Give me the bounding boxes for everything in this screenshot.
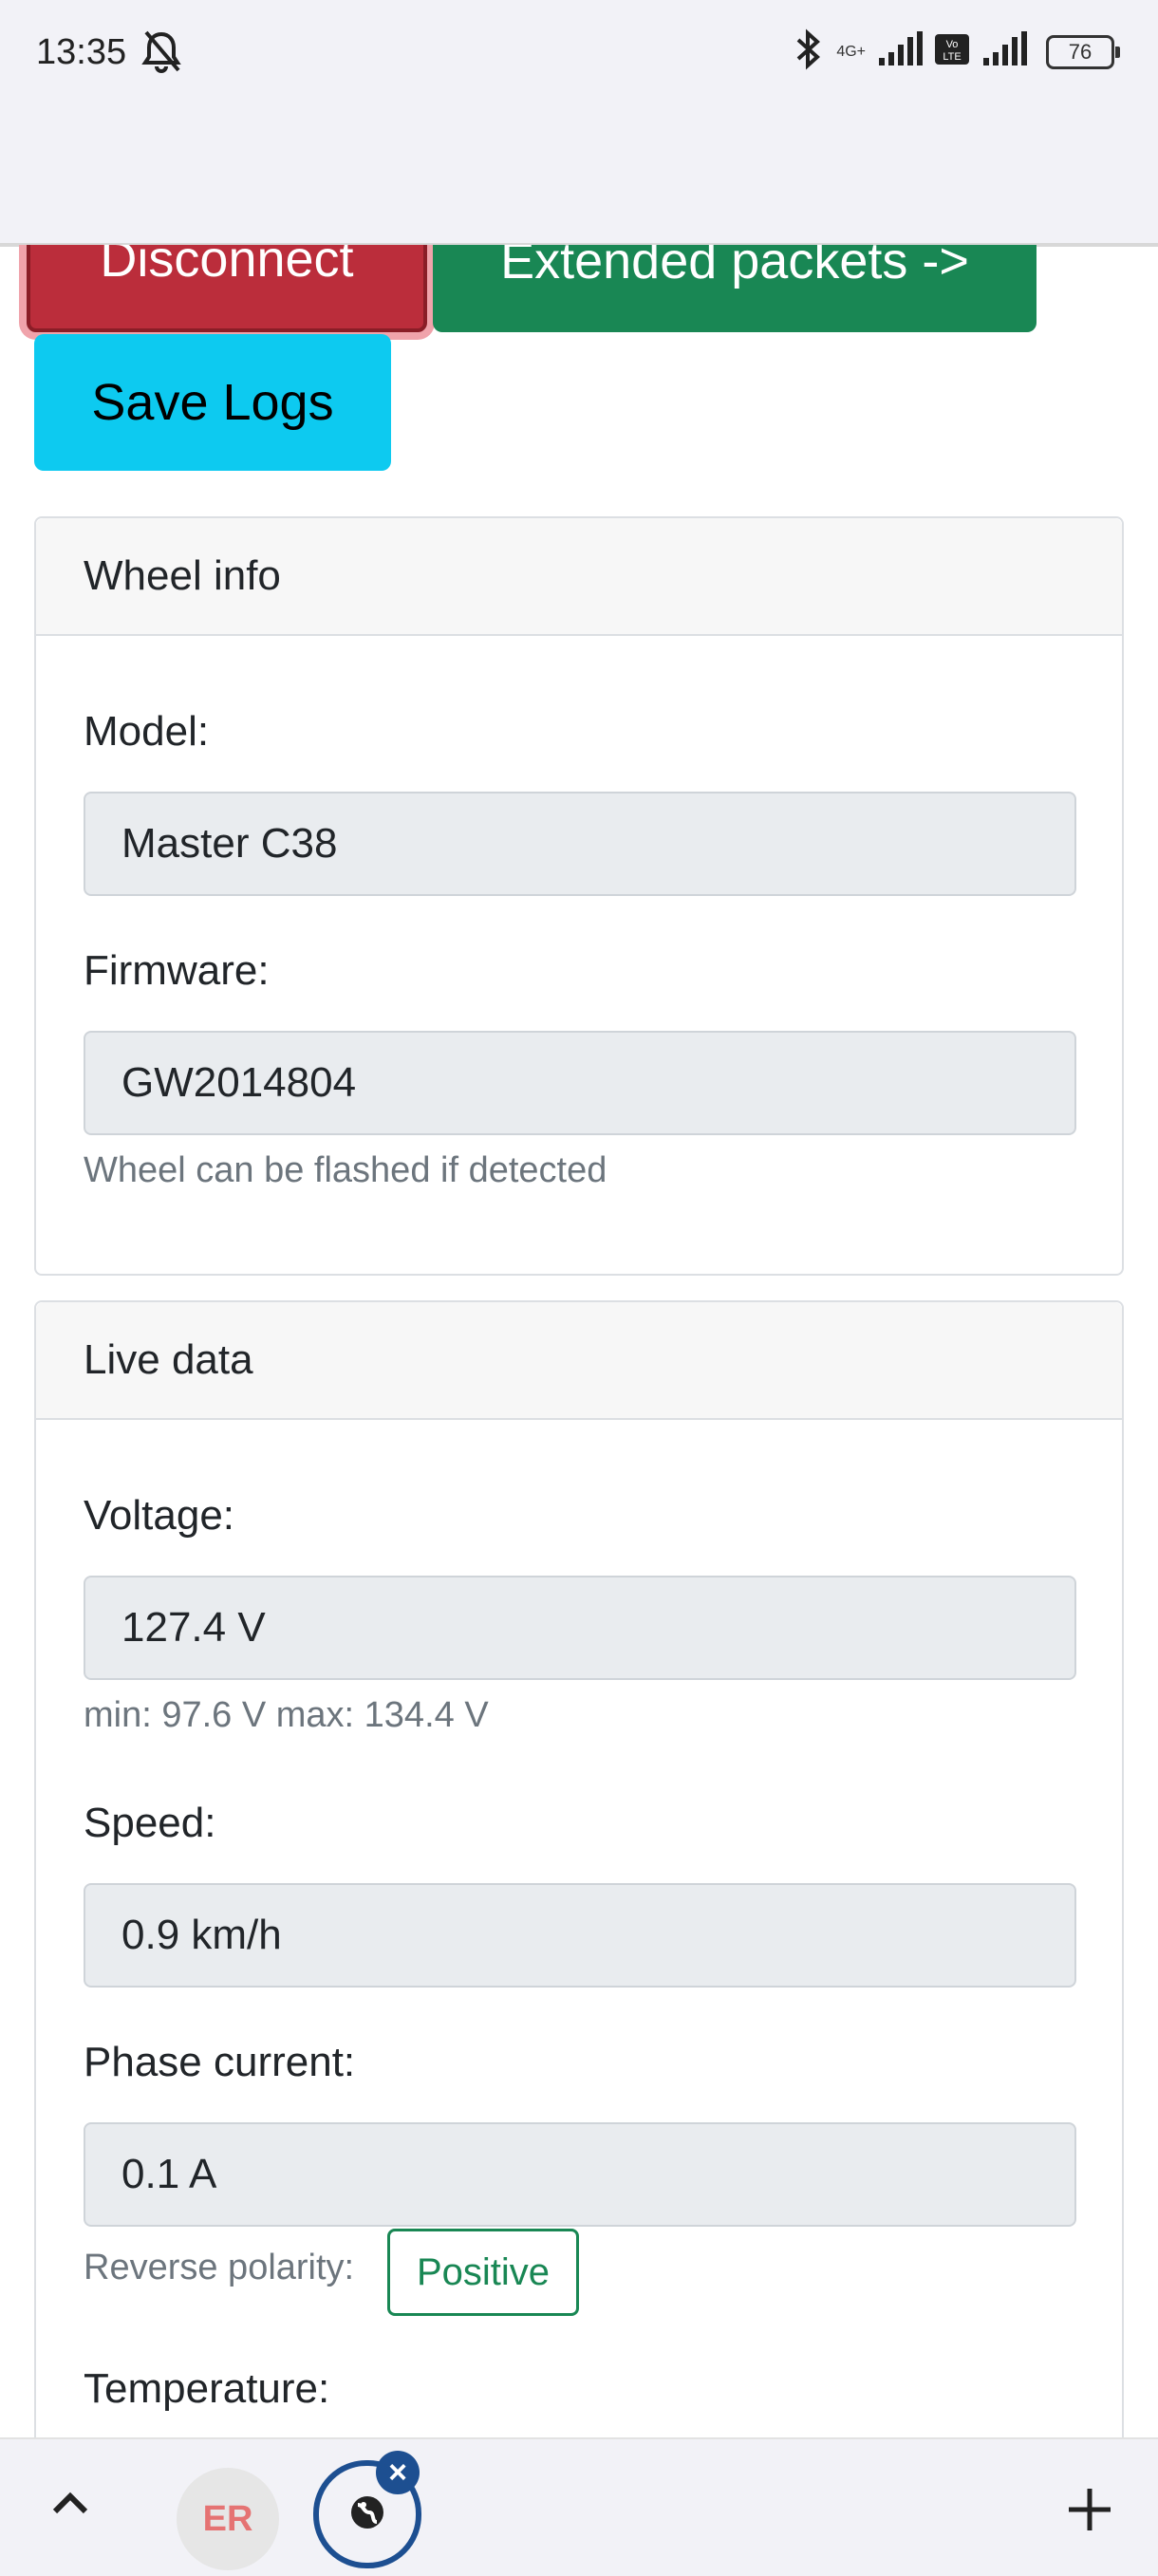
model-field: Master C38 xyxy=(84,792,1076,896)
svg-text:LTE: LTE xyxy=(943,51,961,63)
phase-current-label: Phase current: xyxy=(84,2039,356,2085)
address-bar[interactable]: freestyl3r.github.io/euc- xyxy=(139,108,735,220)
reverse-polarity-toggle[interactable]: Positive xyxy=(387,2229,579,2316)
phase-current-field: 0.1 A xyxy=(84,2122,1076,2227)
lock-icon xyxy=(177,144,209,189)
model-label: Model: xyxy=(84,708,210,755)
new-tab-icon[interactable] xyxy=(803,139,854,195)
url-text: freestyl3r.github.io/euc- xyxy=(239,142,691,192)
add-tab-icon[interactable] xyxy=(1067,2487,1112,2537)
chevron-up-icon[interactable] xyxy=(51,2489,89,2520)
globe-icon xyxy=(348,2493,386,2536)
tab-switcher-button[interactable]: 4 xyxy=(940,139,993,192)
firmware-field: GW2014804 xyxy=(84,1031,1076,1135)
close-tab-icon[interactable]: × xyxy=(376,2451,420,2494)
save-logs-button[interactable]: Save Logs xyxy=(34,334,391,471)
tab-er[interactable]: ER xyxy=(177,2468,279,2570)
voltage-range: min: 97.6 V max: 134.4 V xyxy=(84,1695,489,1735)
bell-muted-icon xyxy=(140,28,182,79)
disconnect-button[interactable]: Disconnect xyxy=(27,215,427,332)
speed-label: Speed: xyxy=(84,1800,216,1846)
voltage-field: 127.4 V xyxy=(84,1576,1076,1680)
firmware-note: Wheel can be flashed if detected xyxy=(84,1150,607,1190)
network-type-label: 4G+ xyxy=(836,43,866,60)
bottom-tab-bar: ER × xyxy=(0,2437,1158,2576)
card-header-live-data: Live data xyxy=(36,1302,1122,1420)
extended-packets-button[interactable]: Extended packets -> xyxy=(433,226,1037,332)
more-menu-icon[interactable] xyxy=(1065,137,1090,198)
status-icons: 4G+ Vo LTE 76 xyxy=(791,28,1120,75)
temperature-label: Temperature: xyxy=(84,2365,330,2412)
voltage-label: Voltage: xyxy=(84,1492,235,1539)
volte-icon: Vo LTE xyxy=(934,33,970,70)
card-header-wheel-info: Wheel info xyxy=(36,518,1122,636)
speed-field: 0.9 km/h xyxy=(84,1883,1076,1988)
bluetooth-icon xyxy=(791,28,825,75)
live-data-card: Live data Voltage: 127.4 V min: 97.6 V m… xyxy=(34,1300,1124,2534)
signal-icon xyxy=(877,31,923,72)
status-bar: 13:35 4G+ Vo LTE 76 xyxy=(0,0,1158,104)
wheel-info-card: Wheel info Model: Master C38 Firmware: G… xyxy=(34,516,1124,1276)
signal-icon-2 xyxy=(981,31,1035,72)
reverse-polarity-label: Reverse polarity: xyxy=(84,2248,355,2287)
home-icon[interactable] xyxy=(38,137,99,202)
battery-icon: 76 xyxy=(1046,34,1120,69)
firmware-label: Firmware: xyxy=(84,947,270,994)
svg-text:Vo: Vo xyxy=(946,39,959,50)
status-time: 13:35 xyxy=(36,32,127,72)
